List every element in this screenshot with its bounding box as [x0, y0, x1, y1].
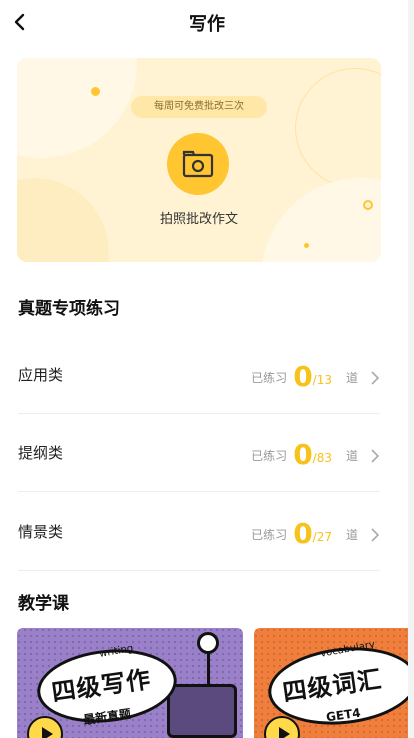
progress: 已练习 0 /83 道: [251, 430, 380, 470]
course-card-writing[interactable]: writing 四级写作 最新真题: [17, 628, 243, 738]
decor-ring: [295, 68, 381, 188]
radio-illustration: [167, 684, 237, 738]
chevron-right-icon: [371, 528, 380, 542]
row-label: 情景类: [18, 523, 64, 541]
unit-label: 道: [345, 528, 358, 542]
unit-label: 道: [345, 449, 358, 463]
done-count: 0: [293, 360, 313, 393]
scrollbar[interactable]: [408, 0, 414, 738]
practice-row-application[interactable]: 应用类 已练习 0 /13 道: [18, 336, 380, 414]
row-label: 应用类: [18, 366, 64, 384]
photo-correction-banner: 每周可免费批改三次 拍照批改作文: [17, 58, 381, 262]
decor-circle: [17, 58, 137, 158]
practiced-label: 已练习: [251, 449, 288, 463]
practice-row-scenario[interactable]: 情景类 已练习 0 /27 道: [18, 493, 380, 571]
camera-icon: [182, 150, 214, 178]
done-count: 0: [293, 438, 313, 471]
course-card-vocabulary[interactable]: vocabulary 四级词汇 GET4: [254, 628, 414, 738]
total-count: /83: [312, 451, 332, 465]
decor-dot: [91, 87, 100, 96]
unit-label: 道: [345, 371, 358, 385]
practice-section-title: 真题专项练习: [18, 299, 120, 319]
courses-section-title: 教学课: [18, 594, 69, 614]
progress: 已练习 0 /27 道: [251, 509, 380, 549]
chevron-right-icon: [371, 371, 380, 385]
decor-dot: [304, 243, 309, 248]
practiced-label: 已练习: [251, 371, 288, 385]
total-count: /27: [312, 530, 332, 544]
total-count: /13: [312, 373, 332, 387]
done-count: 0: [293, 517, 313, 550]
progress: 已练习 0 /13 道: [251, 352, 380, 392]
row-label: 提纲类: [18, 444, 64, 462]
camera-button[interactable]: [167, 133, 229, 195]
page-title: 写作: [189, 14, 225, 35]
top-bar: 写作: [0, 0, 414, 46]
practice-row-outline[interactable]: 提纲类 已练习 0 /83 道: [18, 414, 380, 492]
free-quota-badge: 每周可免费批改三次: [131, 96, 267, 118]
chevron-right-icon: [371, 449, 380, 463]
photo-correction-label[interactable]: 拍照批改作文: [17, 208, 381, 227]
antenna-tip: [197, 632, 219, 654]
practiced-label: 已练习: [251, 528, 288, 542]
